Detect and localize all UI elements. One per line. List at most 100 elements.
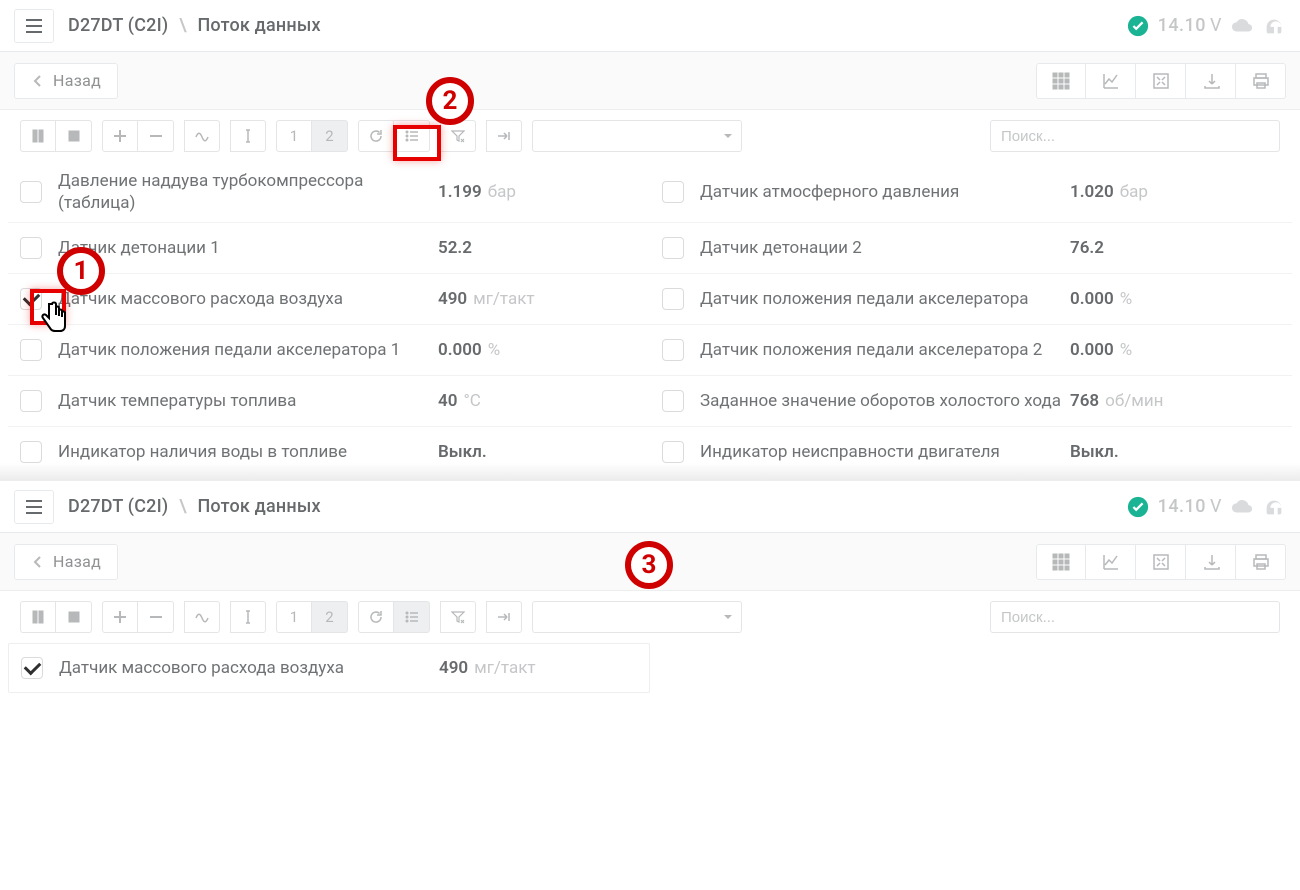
param-checkbox[interactable] — [20, 339, 42, 361]
stop-button[interactable] — [56, 120, 92, 152]
back-button[interactable]: Назад — [14, 544, 118, 580]
refresh-button[interactable] — [358, 601, 394, 633]
preset-dropdown[interactable] — [532, 601, 742, 633]
param-checkbox[interactable] — [662, 390, 684, 412]
param-checkbox[interactable] — [662, 288, 684, 310]
nav-bar: Назад — [0, 52, 1300, 110]
refresh-button[interactable] — [358, 120, 394, 152]
data-toolbar: 1 2 — [0, 110, 1300, 162]
view-mode-group — [1036, 544, 1286, 580]
refresh-icon — [369, 129, 383, 143]
pause-button[interactable] — [20, 601, 56, 633]
print-icon — [1252, 72, 1270, 90]
param-cell: Индикатор неисправности двигателя Выкл. — [650, 427, 1292, 477]
param-checkbox[interactable] — [20, 181, 42, 203]
cursor-icon — [241, 129, 255, 143]
view-chart-button[interactable] — [1086, 63, 1136, 99]
hamburger-icon — [26, 500, 42, 514]
view-grid-button[interactable] — [1036, 544, 1086, 580]
param-checkbox[interactable] — [20, 390, 42, 412]
param-label: Индикатор наличия воды в топливе — [58, 441, 438, 463]
back-button[interactable]: Назад — [14, 63, 118, 99]
filter-clear-button[interactable] — [440, 601, 476, 633]
fullscreen-icon — [1152, 72, 1170, 90]
grid-icon — [1052, 553, 1070, 571]
arrow-tab-icon — [497, 610, 511, 624]
export-icon — [1202, 553, 1220, 571]
param-value: 76.2 — [1070, 238, 1104, 258]
columns-1-button[interactable]: 1 — [276, 120, 312, 152]
arrow-left-icon — [31, 74, 45, 88]
param-value: 0.000 — [1070, 340, 1114, 360]
text-cursor-button[interactable] — [230, 601, 266, 633]
param-checkbox[interactable] — [662, 441, 684, 463]
export-icon — [1202, 72, 1220, 90]
pause-icon — [31, 129, 45, 143]
param-checkbox[interactable] — [21, 657, 43, 679]
breadcrumb-section: Поток данных — [197, 496, 320, 517]
view-fullscreen-button[interactable] — [1136, 63, 1186, 99]
chart-icon — [1102, 553, 1120, 571]
print-button[interactable] — [1236, 544, 1286, 580]
param-label: Датчик температуры топлива — [58, 390, 438, 412]
view-grid-button[interactable] — [1036, 63, 1086, 99]
add-button[interactable] — [102, 120, 138, 152]
search-input[interactable] — [990, 601, 1280, 633]
pane-all-parameters: D27DT (C2I) \ Поток данных 14.10V Назад — [0, 0, 1300, 481]
export-button[interactable] — [1186, 63, 1236, 99]
param-value: 1.020 — [1070, 182, 1114, 202]
param-checkbox[interactable] — [20, 441, 42, 463]
columns-2-button[interactable]: 2 — [312, 120, 348, 152]
stop-button[interactable] — [56, 601, 92, 633]
hamburger-icon — [26, 19, 42, 33]
hamburger-button[interactable] — [14, 490, 54, 524]
param-unit: бар — [488, 182, 516, 202]
wave-button[interactable] — [184, 601, 220, 633]
filter-clear-button[interactable] — [440, 120, 476, 152]
pause-button[interactable] — [20, 120, 56, 152]
print-icon — [1252, 553, 1270, 571]
remove-button[interactable] — [138, 120, 174, 152]
hamburger-button[interactable] — [14, 9, 54, 43]
param-cell: Датчик атмосферного давления 1.020 бар — [650, 162, 1292, 222]
param-checkbox[interactable] — [662, 339, 684, 361]
columns-2-button[interactable]: 2 — [312, 601, 348, 633]
param-value: 0.000 — [1070, 289, 1114, 309]
param-label: Датчик массового расхода воздуха — [58, 288, 438, 310]
callout-2: 2 — [426, 77, 474, 125]
add-button[interactable] — [102, 601, 138, 633]
params-grid-filtered: Датчик массового расхода воздуха 490 мг/… — [0, 643, 1300, 701]
view-fullscreen-button[interactable] — [1136, 544, 1186, 580]
param-unit: % — [1120, 340, 1132, 360]
columns-1-button[interactable]: 1 — [276, 601, 312, 633]
text-cursor-button[interactable] — [230, 120, 266, 152]
search-input[interactable] — [990, 120, 1280, 152]
param-unit: % — [1120, 289, 1132, 309]
show-selected-button[interactable] — [394, 601, 430, 633]
print-button[interactable] — [1236, 63, 1286, 99]
param-cell: Давление наддува турбокомпрессора (табли… — [8, 162, 650, 222]
grid-icon — [1052, 72, 1070, 90]
preset-dropdown[interactable] — [532, 120, 742, 152]
param-label: Датчик детонации 1 — [58, 237, 438, 259]
goto-end-button[interactable] — [486, 120, 522, 152]
plus-icon — [113, 129, 127, 143]
param-label: Датчик детонации 2 — [700, 237, 1070, 259]
chart-icon — [1102, 72, 1120, 90]
pointer-cursor-icon — [36, 298, 70, 338]
view-chart-button[interactable] — [1086, 544, 1136, 580]
remove-button[interactable] — [138, 601, 174, 633]
param-checkbox[interactable] — [662, 181, 684, 203]
cursor-icon — [241, 610, 255, 624]
list-check-icon — [405, 610, 419, 624]
param-checkbox[interactable] — [20, 237, 42, 259]
filter-x-icon — [451, 129, 465, 143]
param-unit: °C — [463, 391, 480, 411]
param-checkbox[interactable] — [662, 237, 684, 259]
param-cell: Датчик положения педали акселератора 0.0… — [650, 274, 1292, 324]
status-area: 14.10V — [1126, 495, 1286, 519]
goto-end-button[interactable] — [486, 601, 522, 633]
wave-button[interactable] — [184, 120, 220, 152]
export-button[interactable] — [1186, 544, 1236, 580]
refresh-icon — [369, 610, 383, 624]
